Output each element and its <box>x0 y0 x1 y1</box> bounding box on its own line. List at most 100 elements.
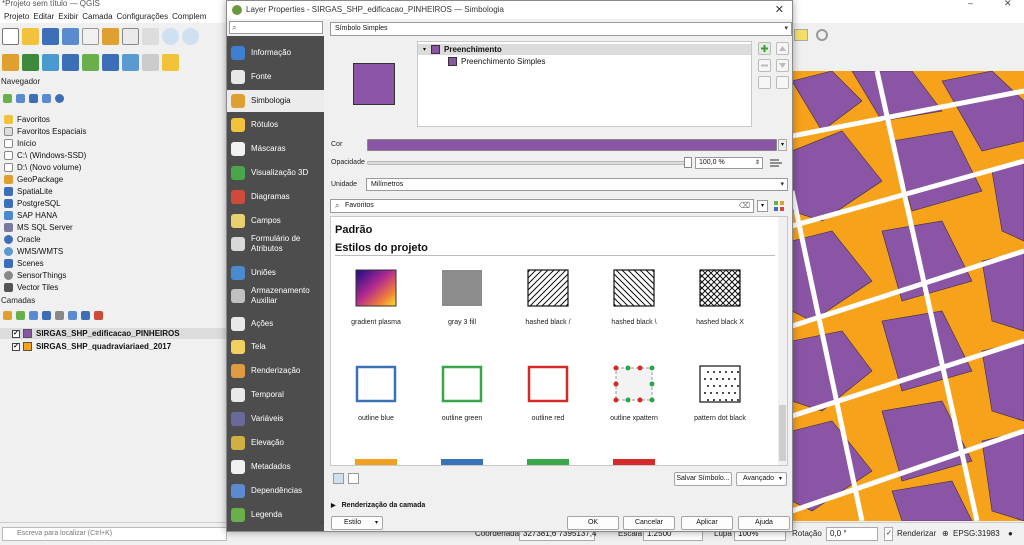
crs-label[interactable]: EPSG:31983 <box>953 529 1000 538</box>
open-project-icon[interactable] <box>22 27 39 45</box>
symbol-cell-partial[interactable] <box>527 459 569 465</box>
sidebar-item[interactable]: Fonte <box>227 66 324 88</box>
symbol-cell[interactable]: hashed black \ <box>591 257 677 331</box>
symbol-cell[interactable]: outline red <box>505 353 591 427</box>
save-as-icon[interactable] <box>62 27 79 45</box>
menu-complementos[interactable]: Complem <box>172 10 206 23</box>
expand-arrow-icon[interactable]: ▾ <box>423 46 426 53</box>
symbol-cell[interactable]: gradient plasma <box>333 257 419 331</box>
sidebar-item[interactable]: Legenda <box>227 504 324 526</box>
add-selected-icon[interactable] <box>3 93 12 103</box>
symbol-cell[interactable]: pattern dot black <box>677 353 763 427</box>
symbol-cell-partial[interactable] <box>613 459 655 465</box>
ok-button[interactable]: OK <box>567 516 619 530</box>
zoom-in-icon[interactable] <box>162 27 179 45</box>
lock-color-button[interactable] <box>776 76 789 89</box>
nav-item[interactable]: C:\ (Windows-SSD) <box>0 149 228 161</box>
rotation-field[interactable]: 0,0 ° <box>826 527 878 541</box>
sidebar-item[interactable]: Visualização 3D <box>227 162 324 184</box>
opacity-slider[interactable] <box>367 161 689 165</box>
data-defined-override-icon[interactable] <box>768 156 784 170</box>
nav-item[interactable]: SensorThings <box>0 269 228 281</box>
sidebar-item[interactable]: Armazenamento Auxiliar <box>227 282 324 310</box>
spin-arrows-icon[interactable]: ⇕ <box>755 158 760 168</box>
style-search-input[interactable]: ⌕ Favoritos ⌫ <box>330 199 754 213</box>
menu-editar[interactable]: Editar <box>33 10 54 23</box>
nav-item[interactable]: Favoritos Espaciais <box>0 125 228 137</box>
nav-item[interactable]: Oracle <box>0 233 228 245</box>
add-vector-layer-icon[interactable] <box>22 53 39 71</box>
zoom-out-icon[interactable] <box>182 27 199 45</box>
cancel-button[interactable]: Cancelar <box>623 516 675 530</box>
print-layout-icon[interactable] <box>82 27 99 45</box>
annotation-icon[interactable] <box>794 29 808 41</box>
sidebar-item[interactable]: Simbologia <box>227 90 324 112</box>
filter-expression-icon[interactable] <box>55 310 64 320</box>
add-layer-icon[interactable] <box>2 53 19 71</box>
add-symbol-layer-button[interactable] <box>758 42 771 55</box>
symbol-cell[interactable]: outline blue <box>333 353 419 427</box>
layer-checkbox[interactable]: ✓ <box>12 329 20 338</box>
sidebar-item[interactable]: Uniões <box>227 262 324 284</box>
sidebar-item[interactable]: Formulário de Atributos <box>227 230 324 258</box>
color-button[interactable] <box>367 139 777 151</box>
move-up-button[interactable] <box>776 42 789 55</box>
new-shapefile-icon[interactable] <box>102 53 119 71</box>
menu-exibir[interactable]: Exibir <box>58 10 78 23</box>
layer-checkbox[interactable]: ✓ <box>12 342 20 351</box>
menu-configuracoes[interactable]: Configurações <box>117 10 169 23</box>
save-symbol-button[interactable]: Salvar Símbolo... <box>674 472 732 486</box>
layer-rendering-section[interactable]: ▶ Renderização da camada <box>331 502 425 509</box>
layer-row-edificacao[interactable]: ✓ SIRGAS_SHP_edificacao_PINHEIROS <box>0 328 228 339</box>
collapse-layers-icon[interactable] <box>81 310 90 320</box>
sidebar-item[interactable]: Rótulos <box>227 114 324 136</box>
sidebar-item[interactable]: Variáveis <box>227 408 324 430</box>
help-button[interactable]: Ajuda <box>738 516 790 530</box>
menu-camada[interactable]: Camada <box>82 10 112 23</box>
remove-layer-icon[interactable] <box>94 310 103 320</box>
scrollbar-thumb[interactable] <box>779 405 786 461</box>
layer-styling-icon[interactable] <box>3 310 12 320</box>
new-project-icon[interactable] <box>2 27 19 45</box>
nav-item[interactable]: WMS/WMTS <box>0 245 228 257</box>
remove-symbol-layer-button[interactable] <box>758 59 771 72</box>
add-csv-icon[interactable] <box>42 53 59 71</box>
nav-item[interactable]: PostgreSQL <box>0 197 228 209</box>
nav-item[interactable]: Scenes <box>0 257 228 269</box>
filter-legend-icon[interactable] <box>42 310 51 320</box>
nav-item[interactable]: SpatiaLite <box>0 185 228 197</box>
duplicate-layer-button[interactable] <box>758 76 771 89</box>
sidebar-item[interactable]: Renderização <box>227 360 324 382</box>
minimize-icon[interactable]: – <box>968 0 973 8</box>
opacity-spinbox[interactable]: 100,0 % ⇕ <box>695 157 763 169</box>
symbol-cell[interactable]: gray 3 fill <box>419 257 505 331</box>
nav-item[interactable]: SAP HANA <box>0 209 228 221</box>
style-manager-icon[interactable] <box>773 200 785 212</box>
apply-button[interactable]: Aplicar <box>681 516 733 530</box>
symbol-cell[interactable]: hashed black / <box>505 257 591 331</box>
save-project-icon[interactable] <box>42 27 59 45</box>
symbol-cell-partial[interactable] <box>355 459 397 465</box>
add-wms-icon[interactable] <box>82 53 99 71</box>
messages-icon[interactable]: ● <box>1008 529 1013 538</box>
units-select[interactable]: Milímetros ▾ <box>366 178 788 191</box>
collapse-all-icon[interactable] <box>42 93 51 103</box>
manage-visibility-icon[interactable] <box>29 310 38 320</box>
style-filter-dropdown[interactable]: ▾ <box>757 200 768 212</box>
pan-hand-icon[interactable] <box>122 27 139 45</box>
info-icon[interactable] <box>55 93 64 103</box>
edit-toggle-icon[interactable] <box>162 53 179 71</box>
expand-all-icon[interactable] <box>68 310 77 320</box>
sidebar-item[interactable]: Diagramas <box>227 186 324 208</box>
gallery-scrollbar[interactable] <box>778 217 787 465</box>
opacity-slider-handle[interactable] <box>684 157 692 168</box>
nav-item[interactable]: Vector Tiles <box>0 281 228 293</box>
pan-to-selection-icon[interactable] <box>142 27 159 45</box>
sidebar-item[interactable]: Metadados <box>227 456 324 478</box>
move-down-button[interactable] <box>776 59 789 72</box>
add-group-icon[interactable] <box>16 310 25 320</box>
symbol-cell[interactable]: hashed black X <box>677 257 763 331</box>
search-icon[interactable] <box>816 29 828 41</box>
filter-icon[interactable] <box>29 93 38 103</box>
list-view-toggle[interactable] <box>348 473 359 484</box>
